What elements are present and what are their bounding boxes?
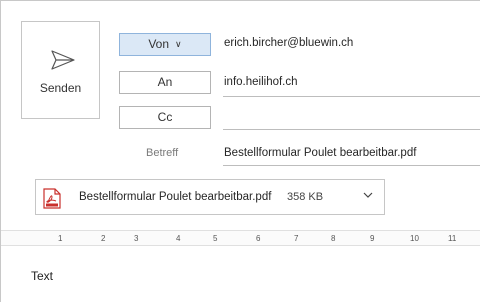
attachment-size: 358 KB	[287, 191, 324, 203]
to-field-underline	[223, 96, 480, 97]
ruler-number: 7	[294, 234, 299, 243]
ruler-number: 8	[331, 234, 336, 243]
send-button-label: Senden	[39, 81, 82, 95]
ruler-number: 10	[410, 234, 419, 243]
ruler-number: 2	[101, 234, 106, 243]
ruler-number: 6	[256, 234, 261, 243]
attachment-chip[interactable]: Bestellformular Poulet bearbeitbar.pdf 3…	[35, 179, 385, 215]
ruler-number: 5	[213, 234, 218, 243]
chevron-down-icon[interactable]	[362, 188, 374, 202]
send-button[interactable]: Senden	[21, 21, 100, 119]
ruler-number: 1	[58, 234, 63, 243]
from-field[interactable]: erich.bircher@bluewin.ch	[224, 37, 353, 49]
from-button-label: Von	[148, 37, 170, 51]
subject-field-underline	[223, 165, 480, 166]
to-field[interactable]: info.heilihof.ch	[224, 76, 298, 88]
chevron-down-icon: ∨	[175, 39, 182, 49]
subject-label: Betreff	[146, 147, 179, 159]
ruler-number: 4	[176, 234, 181, 243]
to-button[interactable]: An	[119, 71, 211, 94]
message-body[interactable]: Text	[31, 269, 53, 283]
pdf-icon	[43, 188, 61, 209]
ruler-number: 3	[134, 234, 139, 243]
compose-window: Senden Von ∨ erich.bircher@bluewin.ch An …	[0, 0, 480, 302]
cc-field-underline	[223, 129, 480, 130]
from-button[interactable]: Von ∨	[119, 33, 211, 56]
ruler-number: 11	[448, 234, 457, 243]
subject-field[interactable]: Bestellformular Poulet bearbeitbar.pdf	[224, 147, 416, 159]
ruler-number: 9	[370, 234, 375, 243]
cc-button[interactable]: Cc	[119, 106, 211, 129]
ruler: 1 2 3 4 5 6 7 8 9 10 11	[1, 230, 480, 246]
send-paper-plane-icon	[51, 50, 75, 70]
attachment-name: Bestellformular Poulet bearbeitbar.pdf	[79, 191, 272, 203]
